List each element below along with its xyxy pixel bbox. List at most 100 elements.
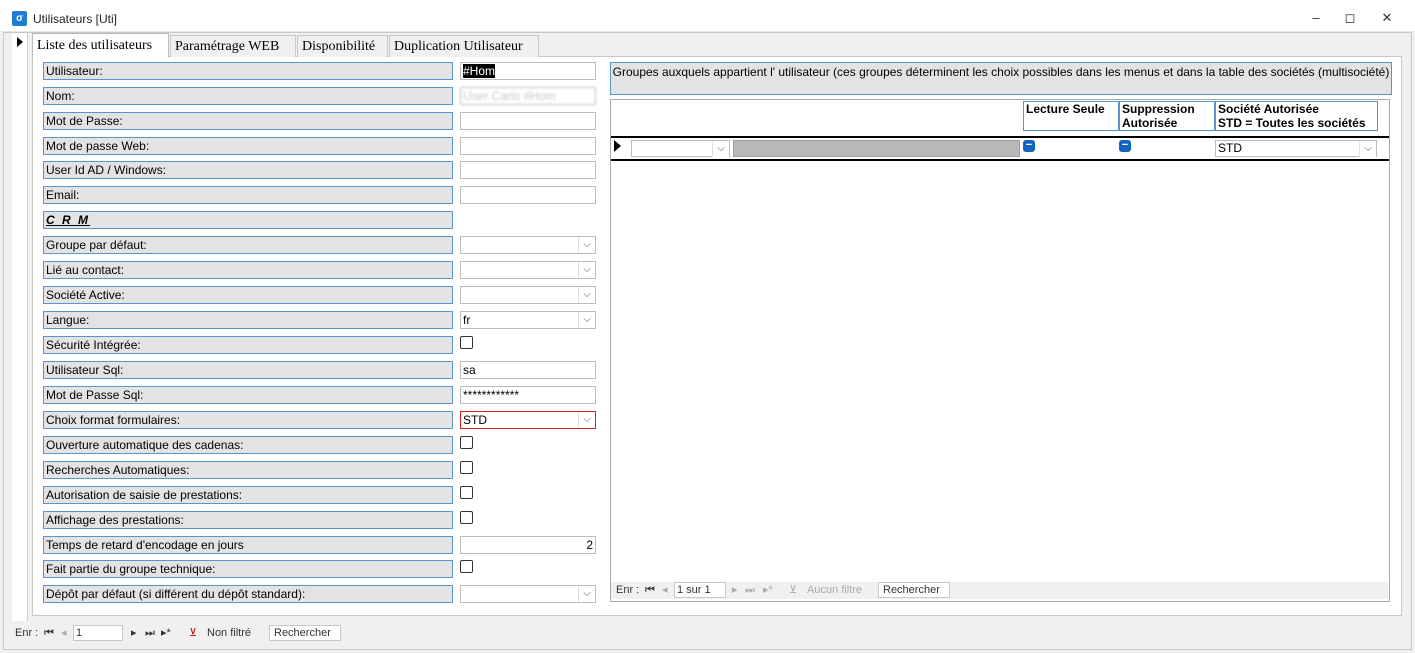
minimize-button[interactable]: – <box>1302 8 1330 28</box>
label-autorisation-saisie: Autorisation de saisie de prestations: <box>43 486 453 504</box>
record-selector[interactable] <box>12 33 28 621</box>
column-suppression: Suppression Autorisée <box>1119 101 1215 131</box>
depot-defaut-combo[interactable]: ⌵ <box>460 585 596 603</box>
label-langue: Langue: <box>43 311 453 329</box>
langue-combo[interactable]: fr ⌵ <box>460 311 596 329</box>
last-record-icon[interactable]: ⏭ <box>145 626 155 641</box>
suppression-toggle-icon[interactable]: − <box>1119 140 1131 152</box>
column-lecture-seule-label: Lecture Seule <box>1026 102 1105 116</box>
chevron-down-icon[interactable]: ⌵ <box>578 312 595 328</box>
window-title: Utilisateurs [Uti] <box>33 12 118 26</box>
column-suppression-line1: Suppression <box>1122 102 1195 116</box>
main-nav-bar: Enr : ⏮ ◂ 1 ▸ ⏭ ▸* ⊻ Non filtré Recherch… <box>12 625 1404 642</box>
groups-position-field[interactable]: 1 sur 1 <box>674 582 726 598</box>
prev-record-icon[interactable]: ◂ <box>61 626 67 641</box>
last-record-icon[interactable]: ⏭ <box>745 583 755 598</box>
groupe-cell-combo[interactable]: ⌵ <box>631 140 730 157</box>
main-nav-label: Enr : <box>15 627 39 639</box>
societe-cell-value: STD <box>1218 141 1242 155</box>
lecture-seule-toggle-icon[interactable]: − <box>1023 140 1035 152</box>
new-record-icon[interactable]: ▸* <box>161 626 171 641</box>
column-societe-line2: STD = Toutes les sociétés <box>1218 116 1366 130</box>
groups-filter-status[interactable]: Aucun filtre <box>807 583 862 598</box>
label-recherches-auto: Recherches Automatiques: <box>43 461 453 479</box>
chevron-down-icon[interactable]: ⌵ <box>578 287 595 303</box>
choix-format-combo[interactable]: STD ⌵ <box>460 411 596 429</box>
societe-active-combo[interactable]: ⌵ <box>460 286 596 304</box>
label-utilisateur: Utilisateur: <box>43 62 453 80</box>
chevron-down-icon[interactable]: ⌵ <box>578 262 595 278</box>
ouverture-cadenas-checkbox[interactable] <box>460 436 473 449</box>
langue-value: fr <box>463 313 471 327</box>
first-record-icon[interactable]: ⏮ <box>645 583 655 598</box>
chevron-down-icon[interactable]: ⌵ <box>578 586 595 602</box>
chevron-down-icon[interactable]: ⌵ <box>578 237 595 253</box>
mot-de-passe-web-field[interactable] <box>460 137 596 155</box>
main-filter-status[interactable]: Non filtré <box>207 626 251 641</box>
first-record-icon[interactable]: ⏮ <box>44 626 54 641</box>
chevron-down-icon[interactable]: ⌵ <box>712 141 729 157</box>
prev-record-icon[interactable]: ◂ <box>662 583 668 598</box>
new-record-icon[interactable]: ▸* <box>763 583 773 598</box>
groupe-description-cell <box>733 140 1020 157</box>
label-mot-de-passe-sql: Mot de Passe Sql: <box>43 386 453 404</box>
groups-subform <box>610 99 1390 602</box>
choix-format-value: STD <box>463 413 487 427</box>
label-securite-integree: Sécurité Intégrée: <box>43 336 453 354</box>
tab-parametrage-web[interactable]: Paramétrage WEB <box>170 35 296 57</box>
nom-field[interactable]: User Carlo #Hom <box>460 87 596 105</box>
section-crm: C R M <box>43 211 453 229</box>
current-record-arrow-icon <box>17 37 23 47</box>
close-button[interactable]: ✕ <box>1373 8 1401 28</box>
utilisateur-value: #Hom <box>463 64 496 78</box>
utilisateur-field[interactable]: #Hom <box>460 62 596 80</box>
email-field[interactable] <box>460 186 596 204</box>
column-lecture-seule: Lecture Seule <box>1023 101 1119 131</box>
temps-retard-field[interactable]: 2 <box>460 536 596 554</box>
label-temps-retard: Temps de retard d'encodage en jours <box>43 536 453 554</box>
main-position-field[interactable]: 1 <box>73 625 123 641</box>
affichage-prestations-checkbox[interactable] <box>460 511 473 524</box>
column-societe-autorisee: Société Autorisée STD = Toutes les sociét… <box>1215 101 1378 131</box>
app-icon: σ <box>12 11 27 26</box>
grid-row-divider <box>611 159 1389 161</box>
label-groupe-defaut: Groupe par défaut: <box>43 236 453 254</box>
current-row-arrow-icon <box>614 140 621 152</box>
label-nom: Nom: <box>43 87 453 105</box>
label-choix-format: Choix format formulaires: <box>43 411 453 429</box>
column-societe-line1: Société Autorisée <box>1218 102 1319 116</box>
tab-disponibilite[interactable]: Disponibilité <box>297 35 388 57</box>
autorisation-saisie-checkbox[interactable] <box>460 486 473 499</box>
restore-button[interactable]: ◻ <box>1336 8 1364 28</box>
next-record-icon[interactable]: ▸ <box>732 583 738 598</box>
label-utilisateur-sql: Utilisateur Sql: <box>43 361 453 379</box>
societe-cell-combo[interactable]: STD ⌵ <box>1215 140 1377 157</box>
label-mot-de-passe-web: Mot de passe Web: <box>43 137 453 155</box>
tab-duplication-utilisateur[interactable]: Duplication Utilisateur <box>389 35 539 57</box>
recherches-auto-checkbox[interactable] <box>460 461 473 474</box>
user-id-ad-field[interactable] <box>460 161 596 179</box>
filter-icon[interactable]: ⊻ <box>789 583 797 598</box>
chevron-down-icon[interactable]: ⌵ <box>1359 141 1376 157</box>
groups-search-input[interactable]: Rechercher <box>878 582 950 598</box>
mot-de-passe-sql-field[interactable]: ************ <box>460 386 596 404</box>
label-email: Email: <box>43 186 453 204</box>
utilisateur-sql-field[interactable]: sa <box>460 361 596 379</box>
label-mot-de-passe: Mot de Passe: <box>43 112 453 130</box>
lie-contact-combo[interactable]: ⌵ <box>460 261 596 279</box>
title-bar <box>0 0 1415 32</box>
groupe-defaut-combo[interactable]: ⌵ <box>460 236 596 254</box>
filter-icon[interactable]: ⊻ <box>189 626 197 641</box>
groups-header: Groupes auxquels appartient l' utilisate… <box>610 62 1392 95</box>
chevron-down-icon[interactable]: ⌵ <box>578 412 595 428</box>
groupe-technique-checkbox[interactable] <box>460 560 473 573</box>
mot-de-passe-field[interactable] <box>460 112 596 130</box>
label-societe-active: Société Active: <box>43 286 453 304</box>
next-record-icon[interactable]: ▸ <box>131 626 137 641</box>
grid-header-divider <box>611 136 1389 138</box>
securite-integree-checkbox[interactable] <box>460 336 473 349</box>
column-suppression-line2: Autorisée <box>1122 116 1178 130</box>
label-ouverture-cadenas: Ouverture automatique des cadenas: <box>43 436 453 454</box>
tab-liste-utilisateurs[interactable]: Liste des utilisateurs <box>32 33 169 57</box>
main-search-input[interactable]: Rechercher <box>269 625 341 641</box>
